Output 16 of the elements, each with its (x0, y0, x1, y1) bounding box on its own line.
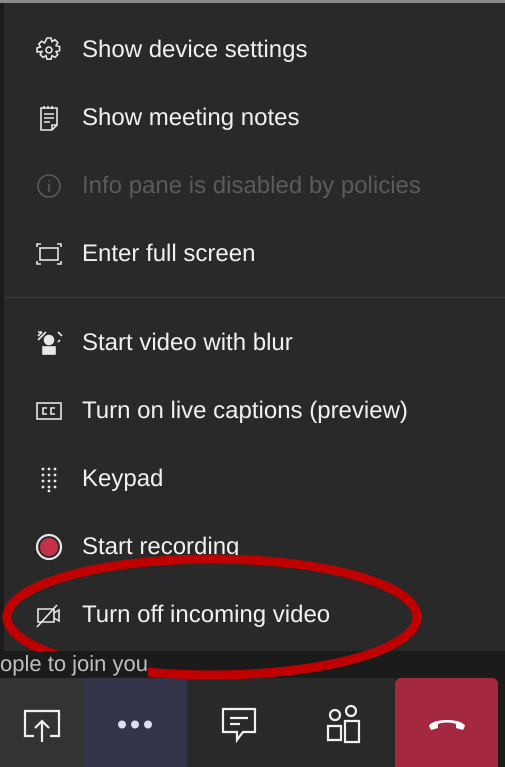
hang-up-icon (428, 718, 466, 730)
menu-item[interactable]: Show device settings (4, 16, 505, 84)
info-icon (34, 171, 64, 201)
people-button[interactable] (290, 678, 395, 767)
menu-item[interactable]: Start video with blur (4, 309, 505, 377)
menu-item[interactable]: Turn on live captions (preview) (4, 377, 505, 445)
chat-button[interactable] (187, 678, 290, 767)
menu-item[interactable]: Keypad (4, 445, 505, 513)
more-icon (118, 720, 152, 728)
background-text: ople to join you (0, 651, 148, 677)
menu-item[interactable]: Enter full screen (4, 220, 505, 288)
record-icon (34, 532, 64, 562)
menu-item[interactable]: Start recording (4, 513, 505, 581)
menu-item[interactable]: Show meeting notes (4, 84, 505, 152)
share-button[interactable] (0, 678, 83, 767)
menu-item[interactable]: Turn off incoming video (4, 581, 505, 649)
